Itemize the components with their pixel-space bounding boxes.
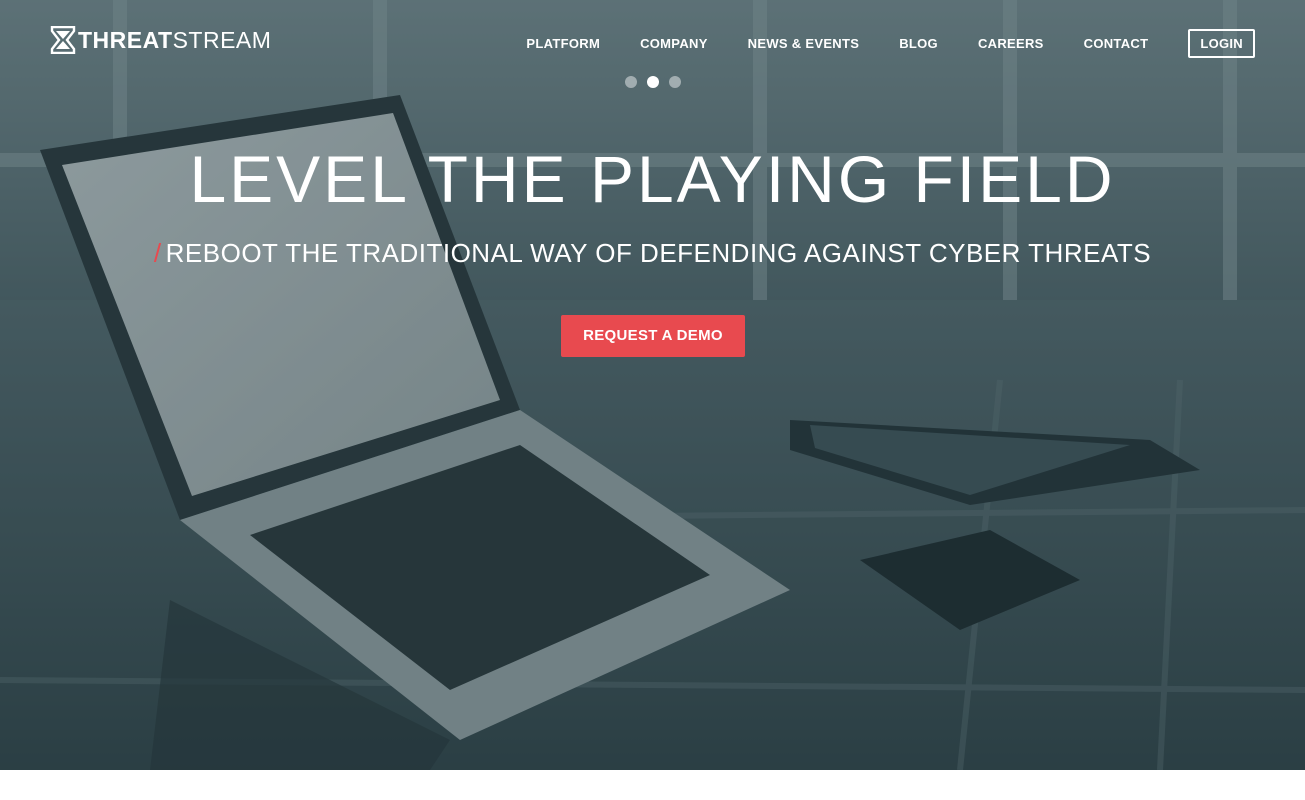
carousel-dot-active[interactable]	[647, 76, 659, 88]
hero-headline: LEVEL THE PLAYING FIELD	[189, 142, 1116, 216]
slash-accent: /	[153, 238, 162, 268]
main-nav: PLATFORM COMPANY NEWS & EVENTS BLOG CARE…	[526, 28, 1255, 58]
threatstream-logo[interactable]: THREATSTREAM	[50, 26, 271, 54]
login-button[interactable]: LOGIN	[1188, 28, 1255, 58]
nav-item-platform[interactable]: PLATFORM	[526, 36, 600, 51]
nav-item-company[interactable]: COMPANY	[640, 36, 708, 51]
carousel-dot[interactable]	[625, 76, 637, 88]
hero-overlay	[0, 0, 1305, 770]
carousel-indicators	[625, 76, 691, 88]
nav-item-blog[interactable]: BLOG	[899, 36, 938, 51]
page-below-hero	[0, 770, 1305, 800]
logo-hourglass-icon	[50, 26, 76, 54]
hero-section: THREATSTREAM PLATFORM COMPANY NEWS & EVE…	[0, 0, 1305, 770]
nav-item-news-events[interactable]: NEWS & EVENTS	[748, 36, 860, 51]
logo-text-light: STREAM	[172, 27, 272, 53]
logo-wordmark: THREATSTREAM	[78, 26, 271, 54]
hero-subheadline: REBOOT THE TRADITIONAL WAY OF DEFENDING …	[165, 238, 1152, 268]
request-demo-button[interactable]: REQUEST A DEMO	[561, 315, 745, 357]
nav-item-contact[interactable]: CONTACT	[1084, 36, 1149, 51]
nav-item-careers[interactable]: CAREERS	[978, 36, 1044, 51]
hero-subheadline-wrapper: / REBOOT THE TRADITIONAL WAY OF DEFENDING…	[0, 236, 1305, 270]
logo-text-bold: THREAT	[78, 27, 173, 53]
carousel-dot[interactable]	[669, 76, 681, 88]
